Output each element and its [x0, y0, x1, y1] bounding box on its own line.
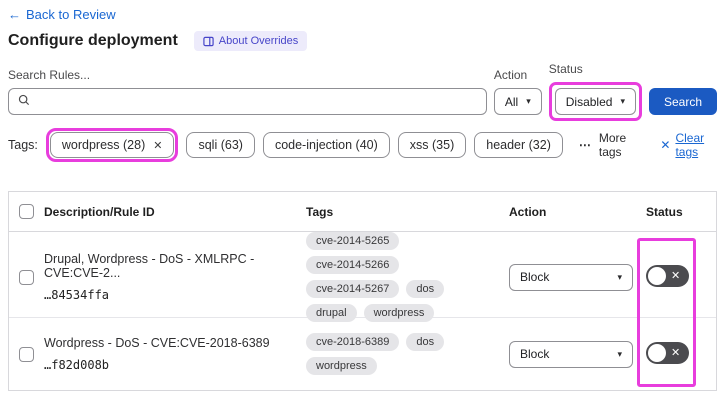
- column-header-description: Description/Rule ID: [44, 204, 155, 219]
- back-link-label: Back to Review: [26, 7, 116, 22]
- rule-tags-cell: cve-2018-6389 dos wordpress: [306, 333, 509, 375]
- tag-chip-label: xss (35): [409, 138, 455, 152]
- rule-tag: cve-2018-6389: [306, 333, 400, 351]
- tag-chip-label: sqli (63): [198, 138, 243, 152]
- row-checkbox[interactable]: [19, 269, 34, 285]
- status-filter-group: Status Disabled ▾: [548, 62, 642, 121]
- rule-tag: dos: [406, 333, 445, 351]
- rule-tag: cve-2014-5266: [306, 256, 400, 274]
- rule-status-cell: ✕: [646, 341, 716, 367]
- status-toggle-off[interactable]: ✕: [646, 341, 689, 364]
- action-select[interactable]: Block ▾: [509, 263, 633, 291]
- rule-description: Wordpress - DoS - CVE:CVE-2018-6389: [44, 336, 270, 350]
- filter-bar: Search Rules... Action All ▾ Status Disa…: [8, 62, 717, 121]
- row-checkbox[interactable]: [19, 346, 34, 362]
- tags-bar: Tags: wordpress (28) ✕ sqli (63) code-in…: [8, 128, 717, 162]
- table-header-row: Description/Rule ID Tags Action Status: [9, 192, 716, 232]
- rules-table: Description/Rule ID Tags Action Status D…: [8, 191, 717, 391]
- select-all-checkbox[interactable]: [19, 204, 34, 219]
- search-rules-input[interactable]: [37, 93, 477, 110]
- status-toggle-off[interactable]: ✕: [646, 264, 689, 287]
- search-rules-group: Search Rules...: [8, 68, 487, 115]
- rule-tag: cve-2014-5267: [306, 280, 400, 298]
- rule-description-cell: Wordpress - DoS - CVE:CVE-2018-6389 …f82…: [36, 336, 306, 372]
- back-arrow-icon: ←: [8, 7, 21, 22]
- tag-chip-code-injection[interactable]: code-injection (40): [262, 132, 390, 158]
- search-button[interactable]: Search: [648, 88, 717, 115]
- toggle-knob: [648, 266, 666, 285]
- rule-action-cell: Block ▾: [509, 263, 646, 291]
- rule-description: Drupal, Wordpress - DoS - XMLRPC - CVE:C…: [44, 252, 255, 280]
- action-filter-dropdown[interactable]: All ▾: [493, 88, 542, 115]
- rule-tag: dos: [406, 280, 445, 298]
- rule-action-cell: Block ▾: [509, 340, 646, 368]
- remove-tag-icon[interactable]: ✕: [153, 139, 162, 152]
- tags-bar-label: Tags:: [8, 138, 38, 152]
- rule-id: …f82d008b: [44, 358, 110, 372]
- more-tags-label: More tags: [598, 131, 627, 159]
- tag-chip-label: header (32): [486, 138, 551, 152]
- rule-tags-cell: cve-2014-5265 cve-2014-5266 cve-2014-526…: [306, 232, 509, 322]
- search-rules-label: Search Rules...: [8, 68, 91, 82]
- chevron-down-icon: ▾: [617, 271, 622, 282]
- chevron-down-icon: ▾: [620, 96, 625, 106]
- rule-description-cell: Drupal, Wordpress - DoS - XMLRPC - CVE:C…: [36, 252, 306, 302]
- back-to-review-link[interactable]: ← Back to Review: [8, 7, 116, 22]
- chevron-down-icon: ▾: [617, 348, 622, 359]
- tag-chip-wordpress[interactable]: wordpress (28) ✕: [49, 132, 175, 158]
- column-header-tags: Tags: [306, 204, 334, 219]
- column-header-action: Action: [509, 204, 547, 219]
- rule-tag: wordpress: [306, 357, 377, 375]
- tag-chip-header[interactable]: header (32): [474, 132, 563, 158]
- clear-tags-label: Clear tags: [675, 131, 705, 159]
- toggle-off-icon: ✕: [671, 347, 681, 359]
- action-filter-label: Action: [493, 68, 528, 82]
- about-overrides-label: About Overrides: [218, 35, 299, 47]
- action-select[interactable]: Block ▾: [509, 340, 633, 368]
- rule-status-cell: ✕: [646, 264, 716, 290]
- chevron-down-icon: ▾: [526, 96, 531, 106]
- ellipsis-icon: ⋯: [578, 138, 592, 152]
- toggle-knob: [648, 343, 666, 362]
- rule-id: …84534ffa: [44, 288, 110, 302]
- selected-tag-highlight: wordpress (28) ✕: [45, 128, 179, 162]
- status-filter-value: Disabled: [565, 94, 613, 109]
- status-filter-highlight: Disabled ▾: [548, 82, 642, 121]
- page-title: Configure deployment: [8, 32, 178, 49]
- configure-deployment-page: ← Back to Review Configure deployment Ab…: [0, 0, 725, 396]
- docs-icon: [203, 36, 214, 47]
- status-filter-dropdown[interactable]: Disabled ▾: [554, 88, 636, 115]
- table-row: Wordpress - DoS - CVE:CVE-2018-6389 …f82…: [9, 318, 716, 390]
- table-row: Drupal, Wordpress - DoS - XMLRPC - CVE:C…: [9, 232, 716, 322]
- clear-tags-icon: ✕: [660, 138, 671, 152]
- tag-chip-label: code-injection (40): [274, 138, 378, 152]
- clear-tags-button[interactable]: ✕ Clear tags: [660, 131, 717, 159]
- tag-chip-label: wordpress (28): [61, 138, 146, 152]
- tag-chip-sqli[interactable]: sqli (63): [186, 132, 255, 158]
- action-filter-value: All: [504, 94, 519, 109]
- about-overrides-badge[interactable]: About Overrides: [193, 31, 308, 51]
- rule-tag: wordpress: [363, 304, 435, 322]
- tag-chip-xss[interactable]: xss (35): [397, 132, 467, 158]
- rule-tag: drupal: [306, 304, 357, 322]
- search-rules-box: [8, 88, 487, 115]
- action-select-value: Block: [520, 270, 550, 284]
- search-icon: [18, 93, 30, 111]
- action-filter-group: Action All ▾: [493, 68, 542, 115]
- action-select-value: Block: [520, 347, 550, 361]
- title-row: Configure deployment About Overrides: [8, 31, 717, 51]
- more-tags-button[interactable]: ⋯ More tags: [579, 131, 639, 159]
- column-header-status: Status: [646, 204, 683, 219]
- rule-tag: cve-2014-5265: [306, 232, 400, 250]
- toggle-off-icon: ✕: [671, 270, 681, 282]
- status-filter-label: Status: [548, 62, 583, 76]
